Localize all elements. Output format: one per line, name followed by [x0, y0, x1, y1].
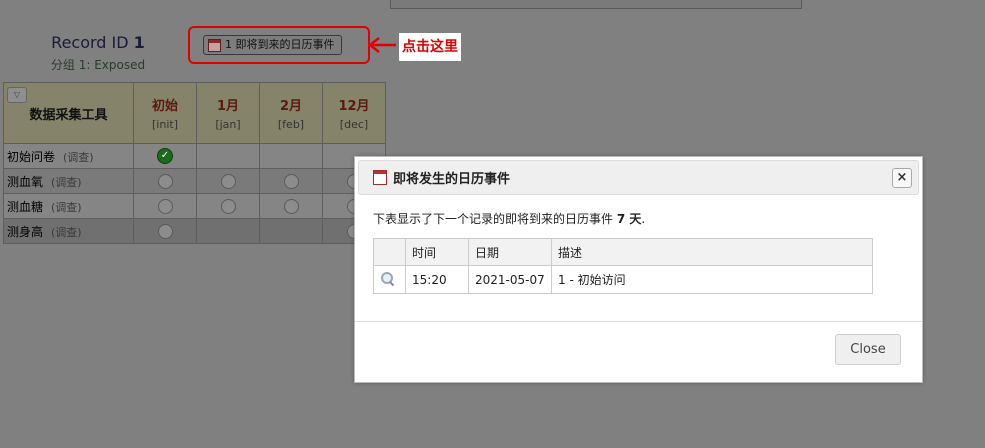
empty-status-icon[interactable]	[157, 173, 173, 189]
close-button[interactable]: Close	[835, 334, 901, 365]
annotation-arrow-icon	[367, 37, 396, 53]
dialog-titlebar[interactable]: 即将发生的日历事件 ×	[358, 160, 919, 195]
dialog-description: 下表显示了下一个记录的即将到来的日历事件 7 天.	[373, 212, 646, 226]
magnifier-icon[interactable]	[380, 271, 395, 287]
form-name-cell: 测血氧 (调查)	[3, 168, 134, 194]
empty-status-icon[interactable]	[157, 198, 173, 214]
event-header-dec: 12月 [dec]	[322, 82, 386, 144]
event-header-feb: 2月 [feb]	[259, 82, 323, 144]
col-time: 时间	[405, 238, 469, 266]
table-row: 测血氧 (调查)	[3, 168, 386, 194]
empty-status-icon[interactable]	[283, 173, 299, 189]
form-name-cell: 测血糖 (调查)	[3, 193, 134, 219]
table-row: 15:20 2021-05-07 1 - 初始访问	[373, 265, 873, 294]
top-panel-edge	[390, 0, 802, 9]
event-description: 1 - 初始访问	[551, 265, 873, 294]
dialog-divider	[355, 321, 922, 322]
dialog-title: 即将发生的日历事件	[393, 172, 511, 187]
form-name-cell: 测身高 (调查)	[3, 218, 134, 244]
event-grid: ▽ 数据采集工具 初始 [init] 1月 [jan] 2月 [feb] 12月 [de…	[3, 82, 386, 244]
upcoming-events-table: 时间 日期 描述 15:20 2021-05-07 1 - 初始访问	[373, 238, 873, 294]
upcoming-events-dialog: 即将发生的日历事件 × 下表显示了下一个记录的即将到来的日历事件 7 天. 时间…	[354, 156, 923, 383]
event-header-jan: 1月 [jan]	[196, 82, 260, 144]
table-row: 测血糖 (调查)	[3, 193, 386, 219]
event-header-init: 初始 [init]	[133, 82, 197, 144]
col-date: 日期	[468, 238, 552, 266]
table-row: 测身高 (调查)	[3, 218, 386, 244]
form-name-cell: 初始问卷 (调查)	[3, 143, 134, 169]
table-row: 初始问卷 (调查) ✓	[3, 143, 386, 169]
complete-status-icon[interactable]: ✓	[157, 148, 173, 164]
instrument-header: ▽ 数据采集工具	[3, 82, 134, 144]
dialog-close-x-button[interactable]: ×	[892, 168, 912, 188]
empty-status-icon[interactable]	[220, 198, 236, 214]
empty-status-icon[interactable]	[220, 173, 236, 189]
empty-status-icon[interactable]	[283, 198, 299, 214]
record-title: Record ID 1	[51, 33, 145, 52]
event-time: 15:20	[405, 265, 469, 294]
event-date: 2021-05-07	[468, 265, 552, 294]
calendar-icon	[373, 170, 387, 185]
annotation-highlight	[188, 26, 370, 64]
col-description: 描述	[551, 238, 873, 266]
collapse-toggle-icon[interactable]: ▽	[7, 87, 27, 103]
record-group: 分组 1: Exposed	[50, 58, 146, 72]
empty-status-icon[interactable]	[157, 223, 173, 239]
annotation-label: 点击这里	[399, 33, 461, 61]
